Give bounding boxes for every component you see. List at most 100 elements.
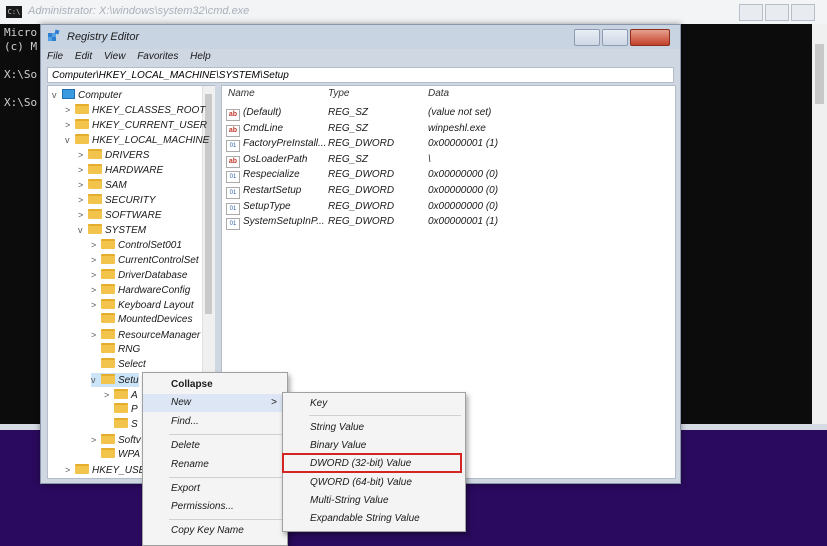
folder-icon [101,269,115,279]
submenu-item-key[interactable]: Key [283,395,465,413]
tree-node-label: SYSTEM [105,225,147,236]
menu-item-find[interactable]: Find... [143,413,287,431]
menu-favorites[interactable]: Favorites [137,51,178,62]
close-button[interactable] [630,29,670,46]
chevron-right-icon[interactable]: > [78,193,88,207]
chevron-right-icon[interactable]: > [91,268,101,282]
column-header-name[interactable]: Name [228,88,255,99]
address-bar[interactable]: Computer\HKEY_LOCAL_MACHINE\SYSTEM\Setup [47,67,674,83]
tree-node[interactable]: v Computer [52,88,122,102]
tree-node[interactable]: > ControlSet001 [91,238,182,252]
value-row[interactable]: 01 RestartSetup REG_DWORD 0x00000000 (0) [226,183,666,199]
value-row[interactable]: 01 FactoryPreInstall... REG_DWORD 0x0000000… [226,136,666,153]
chevron-right-icon[interactable]: > [104,388,114,402]
column-header-type[interactable]: Type [328,88,350,99]
string-value-icon: ab [226,155,240,168]
value-row[interactable]: 01 Respecialize REG_DWORD 0x00000000 (0) [226,167,666,184]
value-row[interactable]: 01 SystemSetupInP... REG_DWORD 0x00000001 (… [226,214,666,231]
chevron-right-icon[interactable]: > [91,253,101,267]
close-button[interactable] [791,4,815,21]
tree-node[interactable]: > HardwareConfig [91,283,190,297]
chevron-right-icon[interactable]: > [91,328,101,342]
minimize-button[interactable] [739,4,763,21]
tree-node[interactable]: > HKEY_CURRENT_USER [65,118,207,132]
regedit-titlebar[interactable]: Registry Editor [41,25,680,49]
menu-item-copy-key-name[interactable]: Copy Key Name [143,522,287,540]
regedit-icon [48,29,60,41]
menu-view[interactable]: View [104,51,126,62]
tree-node[interactable]: > Keyboard Layout [91,298,194,312]
folder-icon [75,104,89,114]
tree-node[interactable]: v SYSTEM [78,223,146,237]
column-header-data[interactable]: Data [428,88,449,99]
tree-node[interactable]: RNG [91,343,140,357]
tree-node[interactable]: > DRIVERS [78,148,149,162]
menu-item-collapse[interactable]: Collapse [143,376,287,394]
maximize-button[interactable] [602,29,628,46]
submenu-item-string-value[interactable]: String Value [283,419,465,437]
tree-node-label: RNG [118,344,141,355]
tree-node[interactable]: > SOFTWARE [78,208,161,222]
tree-node[interactable]: S [104,418,138,432]
submenu-item-multi-string-value[interactable]: Multi-String Value [283,492,465,510]
tree-node-label: SAM [105,180,127,191]
chevron-right-icon[interactable]: > [65,103,75,117]
chevron-right-icon[interactable]: > [91,238,101,252]
chevron-down-icon[interactable]: v [65,133,75,147]
tree-node[interactable]: MountedDevices [91,313,192,327]
chevron-right-icon[interactable]: > [65,463,75,477]
menu-bar: File Edit View Favorites Help [47,51,674,66]
chevron-down-icon[interactable]: v [78,223,88,237]
chevron-right-icon[interactable]: > [78,208,88,222]
tree-node[interactable]: > Softv [91,433,141,447]
value-row[interactable]: ab CmdLine REG_SZ winpeshl.exe [226,121,666,137]
scroll-thumb[interactable] [815,44,824,104]
tree-node[interactable]: Select [91,358,146,372]
menu-edit[interactable]: Edit [75,51,92,62]
tree-node[interactable]: > SAM [78,178,127,192]
menu-item-new[interactable]: New > [143,394,287,412]
menu-item-permissions[interactable]: Permissions... [143,498,287,516]
chevron-down-icon[interactable]: v [91,373,101,387]
tree-node[interactable]: > A [104,388,138,402]
chevron-right-icon[interactable]: > [78,163,88,177]
folder-icon [101,329,115,339]
maximize-button[interactable] [765,4,789,21]
minimize-button[interactable] [574,29,600,46]
cmd-scrollbar[interactable] [812,24,827,424]
chevron-right-icon[interactable]: > [91,298,101,312]
submenu-item-expandable-string-value[interactable]: Expandable String Value [283,510,465,528]
value-row[interactable]: 01 SetupType REG_DWORD 0x00000000 (0) [226,199,666,215]
folder-icon [75,134,89,144]
tree-node[interactable]: > SECURITY [78,193,156,207]
menu-item-export[interactable]: Export [143,480,287,498]
menu-item-rename[interactable]: Rename [143,456,287,474]
submenu-item-qword-value[interactable]: QWORD (64-bit) Value [283,474,465,492]
cmd-titlebar[interactable]: C:\ Administrator: X:\windows\system32\c… [0,0,827,24]
chevron-right-icon[interactable]: > [91,433,101,447]
tree-node[interactable]: > HKEY_CLASSES_ROOT [65,103,205,117]
chevron-right-icon[interactable]: > [78,178,88,192]
tree-node[interactable]: v HKEY_LOCAL_MACHINE [65,133,209,147]
chevron-right-icon[interactable]: > [65,118,75,132]
chevron-right-icon[interactable]: > [91,283,101,297]
tree-node[interactable]: v Setu [91,373,139,387]
tree-node[interactable]: > ResourceManager [91,328,200,342]
menu-help[interactable]: Help [190,51,211,62]
chevron-down-icon[interactable]: v [52,88,62,102]
tree-node[interactable]: > HKEY_USE [65,463,145,477]
binary-value-icon: 01 [226,202,240,215]
menu-file[interactable]: File [47,51,63,62]
tree-node[interactable]: > HARDWARE [78,163,163,177]
tree-node[interactable]: > CurrentControlSet [91,253,199,267]
tree-node[interactable]: WPA [91,448,140,462]
tree-node-label: HKEY_LOCAL_MACHINE [92,135,210,146]
value-name: RestartSetup [243,185,302,196]
value-row[interactable]: ab (Default) REG_SZ (value not set) [226,105,666,121]
chevron-right-icon[interactable]: > [78,148,88,162]
menu-item-delete[interactable]: Delete [143,437,287,455]
tree-node[interactable]: > DriverDatabase [91,268,187,282]
value-row[interactable]: ab OsLoaderPath REG_SZ \ [226,152,666,168]
tree-node[interactable]: P [104,403,138,417]
value-name-cell: 01 FactoryPreInstall... [226,136,326,153]
